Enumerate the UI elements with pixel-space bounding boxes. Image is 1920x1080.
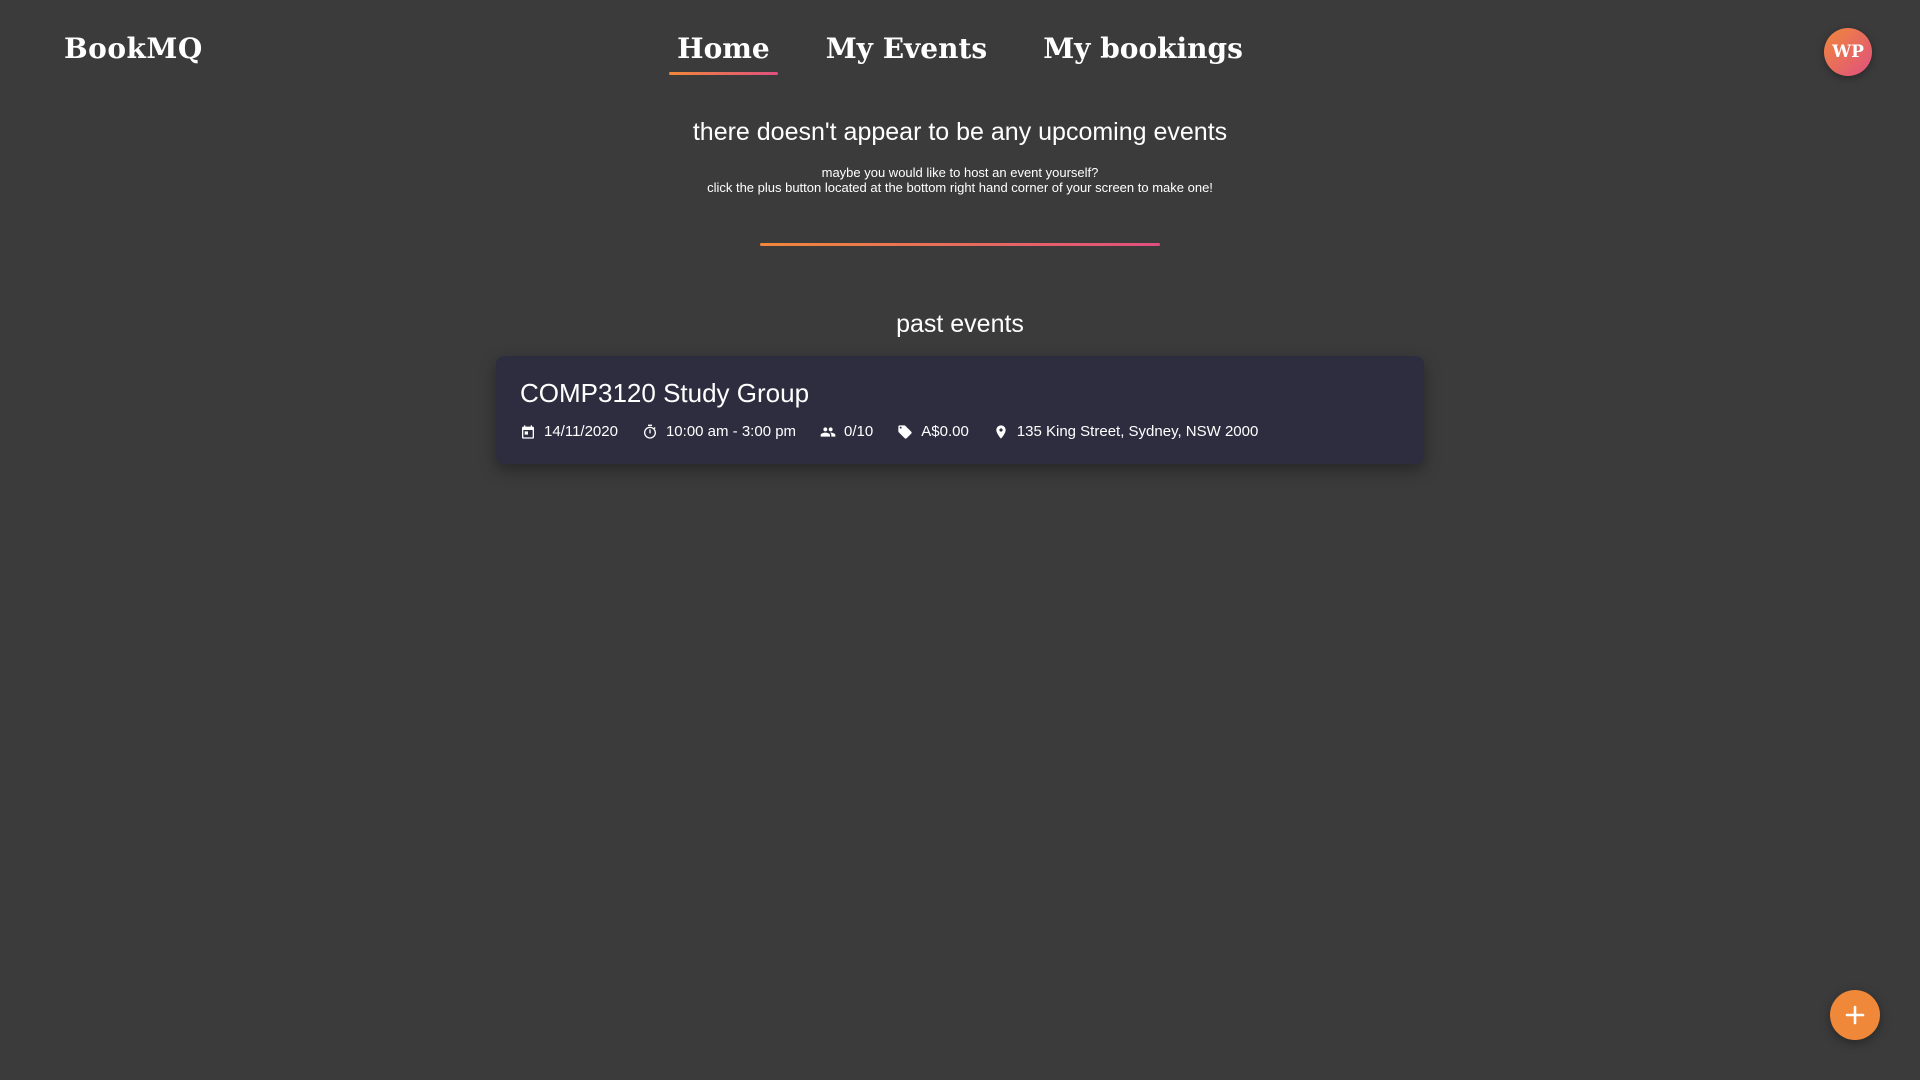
- calendar-icon: [520, 424, 536, 440]
- event-price-text: A$0.00: [921, 423, 969, 440]
- people-icon: [820, 424, 836, 440]
- user-avatar[interactable]: WP: [1824, 28, 1872, 76]
- location-pin-icon: [993, 424, 1009, 440]
- event-location: 135 King Street, Sydney, NSW 2000: [993, 423, 1259, 440]
- past-events-title: past events: [896, 310, 1024, 338]
- nav-item-home[interactable]: Home: [669, 30, 778, 75]
- section-divider: [760, 243, 1160, 246]
- create-event-button[interactable]: [1830, 990, 1880, 1040]
- event-price: A$0.00: [897, 423, 969, 440]
- event-location-text: 135 King Street, Sydney, NSW 2000: [1016, 423, 1259, 440]
- event-attendees: 0/10: [820, 423, 873, 440]
- page: BookMQ Home My Events My bookings WP the…: [0, 0, 1920, 1080]
- event-date: 14/11/2020: [520, 423, 618, 440]
- event-attendees-text: 0/10: [844, 423, 874, 440]
- event-meta: 14/11/2020 10:00 am - 3:00 pm 0/10 A$0.0…: [520, 423, 1400, 440]
- main-nav: Home My Events My bookings: [0, 30, 1920, 75]
- event-title: COMP3120 Study Group: [520, 378, 810, 408]
- empty-state-title: there doesn't appear to be any upcoming …: [692, 118, 1228, 146]
- event-date-text: 14/11/2020: [544, 423, 618, 440]
- event-time-text: 10:00 am - 3:00 pm: [665, 423, 797, 440]
- empty-state-line-1: maybe you would like to host an event yo…: [821, 165, 1099, 180]
- event-time: 10:00 am - 3:00 pm: [642, 423, 796, 440]
- nav-item-my-events[interactable]: My Events: [818, 30, 996, 75]
- plus-icon: [1845, 1005, 1865, 1025]
- empty-state-message: maybe you would like to host an event yo…: [0, 165, 1920, 195]
- tag-icon: [897, 424, 913, 440]
- nav-item-my-bookings[interactable]: My bookings: [1035, 30, 1251, 75]
- timer-icon: [642, 424, 658, 440]
- empty-state-line-2: click the plus button located at the bot…: [707, 180, 1213, 195]
- event-card[interactable]: COMP3120 Study Group 14/11/2020 10:00 am…: [496, 356, 1424, 464]
